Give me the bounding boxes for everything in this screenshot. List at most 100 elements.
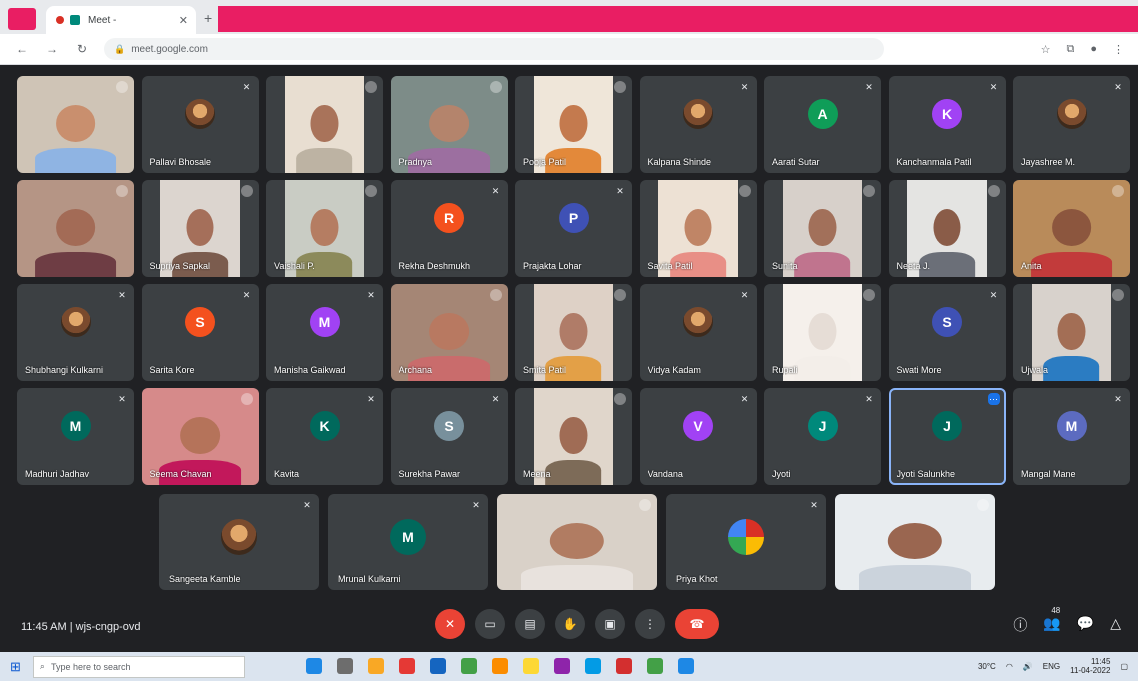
address-bar[interactable]: 🔒 meet.google.com <box>104 38 884 60</box>
end-call-button[interactable]: ☎ <box>675 609 719 639</box>
participant-tile[interactable]: S ✕ Surekha Pawar <box>390 388 508 485</box>
video-options-icon[interactable] <box>987 185 1000 197</box>
participant-tile[interactable]: P ✕ Prajakta Lohar <box>515 180 632 277</box>
video-options-icon[interactable] <box>863 185 875 197</box>
participant-tile[interactable]: Rupali <box>764 284 881 381</box>
taskbar-app-icon[interactable] <box>368 658 384 674</box>
language[interactable]: ENG <box>1043 662 1060 671</box>
video-options-icon[interactable] <box>365 185 377 197</box>
taskbar-app-icon[interactable] <box>306 658 322 674</box>
participant-tile[interactable]: ✕ Jayashree M. <box>1013 76 1130 173</box>
participant-tile[interactable]: Seema Chavan <box>141 388 259 485</box>
windows-start-icon[interactable]: ⊞ <box>10 659 21 675</box>
video-options-icon[interactable] <box>489 81 502 93</box>
participant-tile[interactable]: J ✕ Jyoti <box>764 388 881 485</box>
video-options-icon[interactable] <box>614 393 626 405</box>
raise-hand-button[interactable]: ✋ <box>555 609 585 639</box>
participant-tile[interactable]: Pooja Patil <box>515 76 632 173</box>
camera-button[interactable]: ▭ <box>475 609 505 639</box>
taskbar-app-icon[interactable] <box>430 658 446 674</box>
participant-tile[interactable] <box>266 76 383 173</box>
video-options-icon[interactable] <box>639 499 651 511</box>
forward-button[interactable]: → <box>44 42 60 56</box>
participant-tile[interactable]: Anita <box>1013 180 1130 277</box>
participant-tile[interactable]: J ⋯ Jyoti Salunkhe <box>888 388 1006 485</box>
people-button[interactable]: 👥 48 <box>1043 606 1060 635</box>
back-button[interactable]: ← <box>14 42 30 56</box>
participant-tile[interactable]: ✕ Kalpana Shinde <box>639 76 757 173</box>
participant-tile[interactable]: M ✕ Mangal Mane <box>1013 388 1130 485</box>
chat-button[interactable]: 💬 <box>1077 615 1094 635</box>
participant-tile[interactable]: Meena <box>515 388 632 485</box>
video-options-icon[interactable] <box>365 81 377 93</box>
captions-button[interactable]: ▤ <box>515 609 545 639</box>
taskbar-app-icon[interactable] <box>523 658 539 674</box>
video-options-icon[interactable] <box>116 185 128 197</box>
participant-tile[interactable]: ✕ Priya Khot <box>666 494 826 590</box>
wifi-icon[interactable]: ◠ <box>1006 662 1013 671</box>
taskbar-app-icon[interactable] <box>678 658 694 674</box>
taskbar-app-icon[interactable] <box>585 658 601 674</box>
participant-tile[interactable]: M ✕ Mrunal Kulkarni <box>328 494 488 590</box>
video-options-icon[interactable] <box>1112 185 1124 197</box>
participant-tile[interactable]: S ✕ Sarita Kore <box>141 284 259 381</box>
video-options-icon[interactable] <box>240 185 253 197</box>
participant-tile[interactable]: ✕ Sangeeta Kamble <box>159 494 319 590</box>
participant-tile[interactable]: ✕ Vidya Kadam <box>639 284 757 381</box>
participant-tile[interactable] <box>17 180 134 277</box>
participant-tile[interactable]: ✕ Shubhangi Kulkarni <box>17 284 134 381</box>
participant-tile[interactable]: Archana <box>390 284 508 381</box>
video-options-icon[interactable] <box>614 289 626 301</box>
profile-icon[interactable]: ● <box>1090 43 1097 56</box>
participant-tile[interactable] <box>497 494 657 590</box>
video-options-icon[interactable] <box>977 499 989 511</box>
video-options-icon[interactable] <box>738 185 751 197</box>
browser-menu-icon[interactable] <box>8 8 36 30</box>
video-options-icon[interactable] <box>863 289 875 301</box>
bookmark-icon[interactable]: ☆ <box>1041 43 1051 56</box>
video-options-icon[interactable] <box>240 393 253 405</box>
new-tab-button[interactable]: + <box>204 10 212 26</box>
taskbar-app-icon[interactable] <box>492 658 508 674</box>
extensions-icon[interactable]: ⧉ <box>1066 43 1074 56</box>
present-button[interactable]: ▣ <box>595 609 625 639</box>
participant-tile[interactable]: ✕ Pallavi Bhosale <box>141 76 259 173</box>
reload-button[interactable]: ↻ <box>74 42 90 56</box>
more-button[interactable]: ⋮ <box>635 609 665 639</box>
video-options-icon[interactable] <box>489 289 502 301</box>
close-tab-icon[interactable]: ✕ <box>179 14 188 27</box>
activities-button[interactable]: △ <box>1110 615 1121 635</box>
participant-tile[interactable]: Vaishali P. <box>266 180 383 277</box>
taskbar-app-icon[interactable] <box>399 658 415 674</box>
volume-icon[interactable]: 🔊 <box>1023 662 1033 671</box>
taskbar-clock[interactable]: 11:45 11-04-2022 <box>1070 657 1110 675</box>
info-button[interactable]: ⓘ <box>1013 615 1027 635</box>
taskbar-app-icon[interactable] <box>337 658 353 674</box>
video-options-icon[interactable] <box>116 81 128 93</box>
browser-tab[interactable]: Meet - ✕ <box>46 6 196 34</box>
taskbar-app-icon[interactable] <box>461 658 477 674</box>
participant-tile[interactable]: Supriya Sapkal <box>141 180 259 277</box>
taskbar-search[interactable]: ⌕ Type here to search <box>32 655 245 678</box>
participant-tile[interactable]: Savita Patil <box>639 180 757 277</box>
participant-tile[interactable]: K ✕ Kavita <box>266 388 383 485</box>
participant-tile[interactable]: R ✕ Rekha Deshmukh <box>390 180 508 277</box>
participant-tile[interactable]: A ✕ Aarati Sutar <box>764 76 881 173</box>
participant-tile[interactable]: Smita Patil <box>515 284 632 381</box>
participant-tile[interactable]: Neeta J. <box>888 180 1006 277</box>
participant-tile[interactable] <box>17 76 134 173</box>
menu-icon[interactable]: ⋮ <box>1113 43 1124 56</box>
participant-tile[interactable]: V ✕ Vandana <box>639 388 757 485</box>
taskbar-app-icon[interactable] <box>554 658 570 674</box>
mic-button[interactable]: ✕ <box>435 609 465 639</box>
participant-tile[interactable]: S ✕ Swati More <box>888 284 1006 381</box>
video-options-icon[interactable] <box>1112 289 1124 301</box>
participant-tile[interactable]: Ujwala <box>1013 284 1130 381</box>
taskbar-app-icon[interactable] <box>647 658 663 674</box>
participant-tile[interactable]: K ✕ Kanchanmala Patil <box>888 76 1006 173</box>
participant-tile[interactable]: Pradnya <box>390 76 508 173</box>
taskbar-app-icon[interactable] <box>616 658 632 674</box>
participant-tile[interactable]: M ✕ Manisha Gaikwad <box>266 284 383 381</box>
notification-icon[interactable]: ▢ <box>1120 662 1128 671</box>
participant-tile[interactable] <box>835 494 995 590</box>
